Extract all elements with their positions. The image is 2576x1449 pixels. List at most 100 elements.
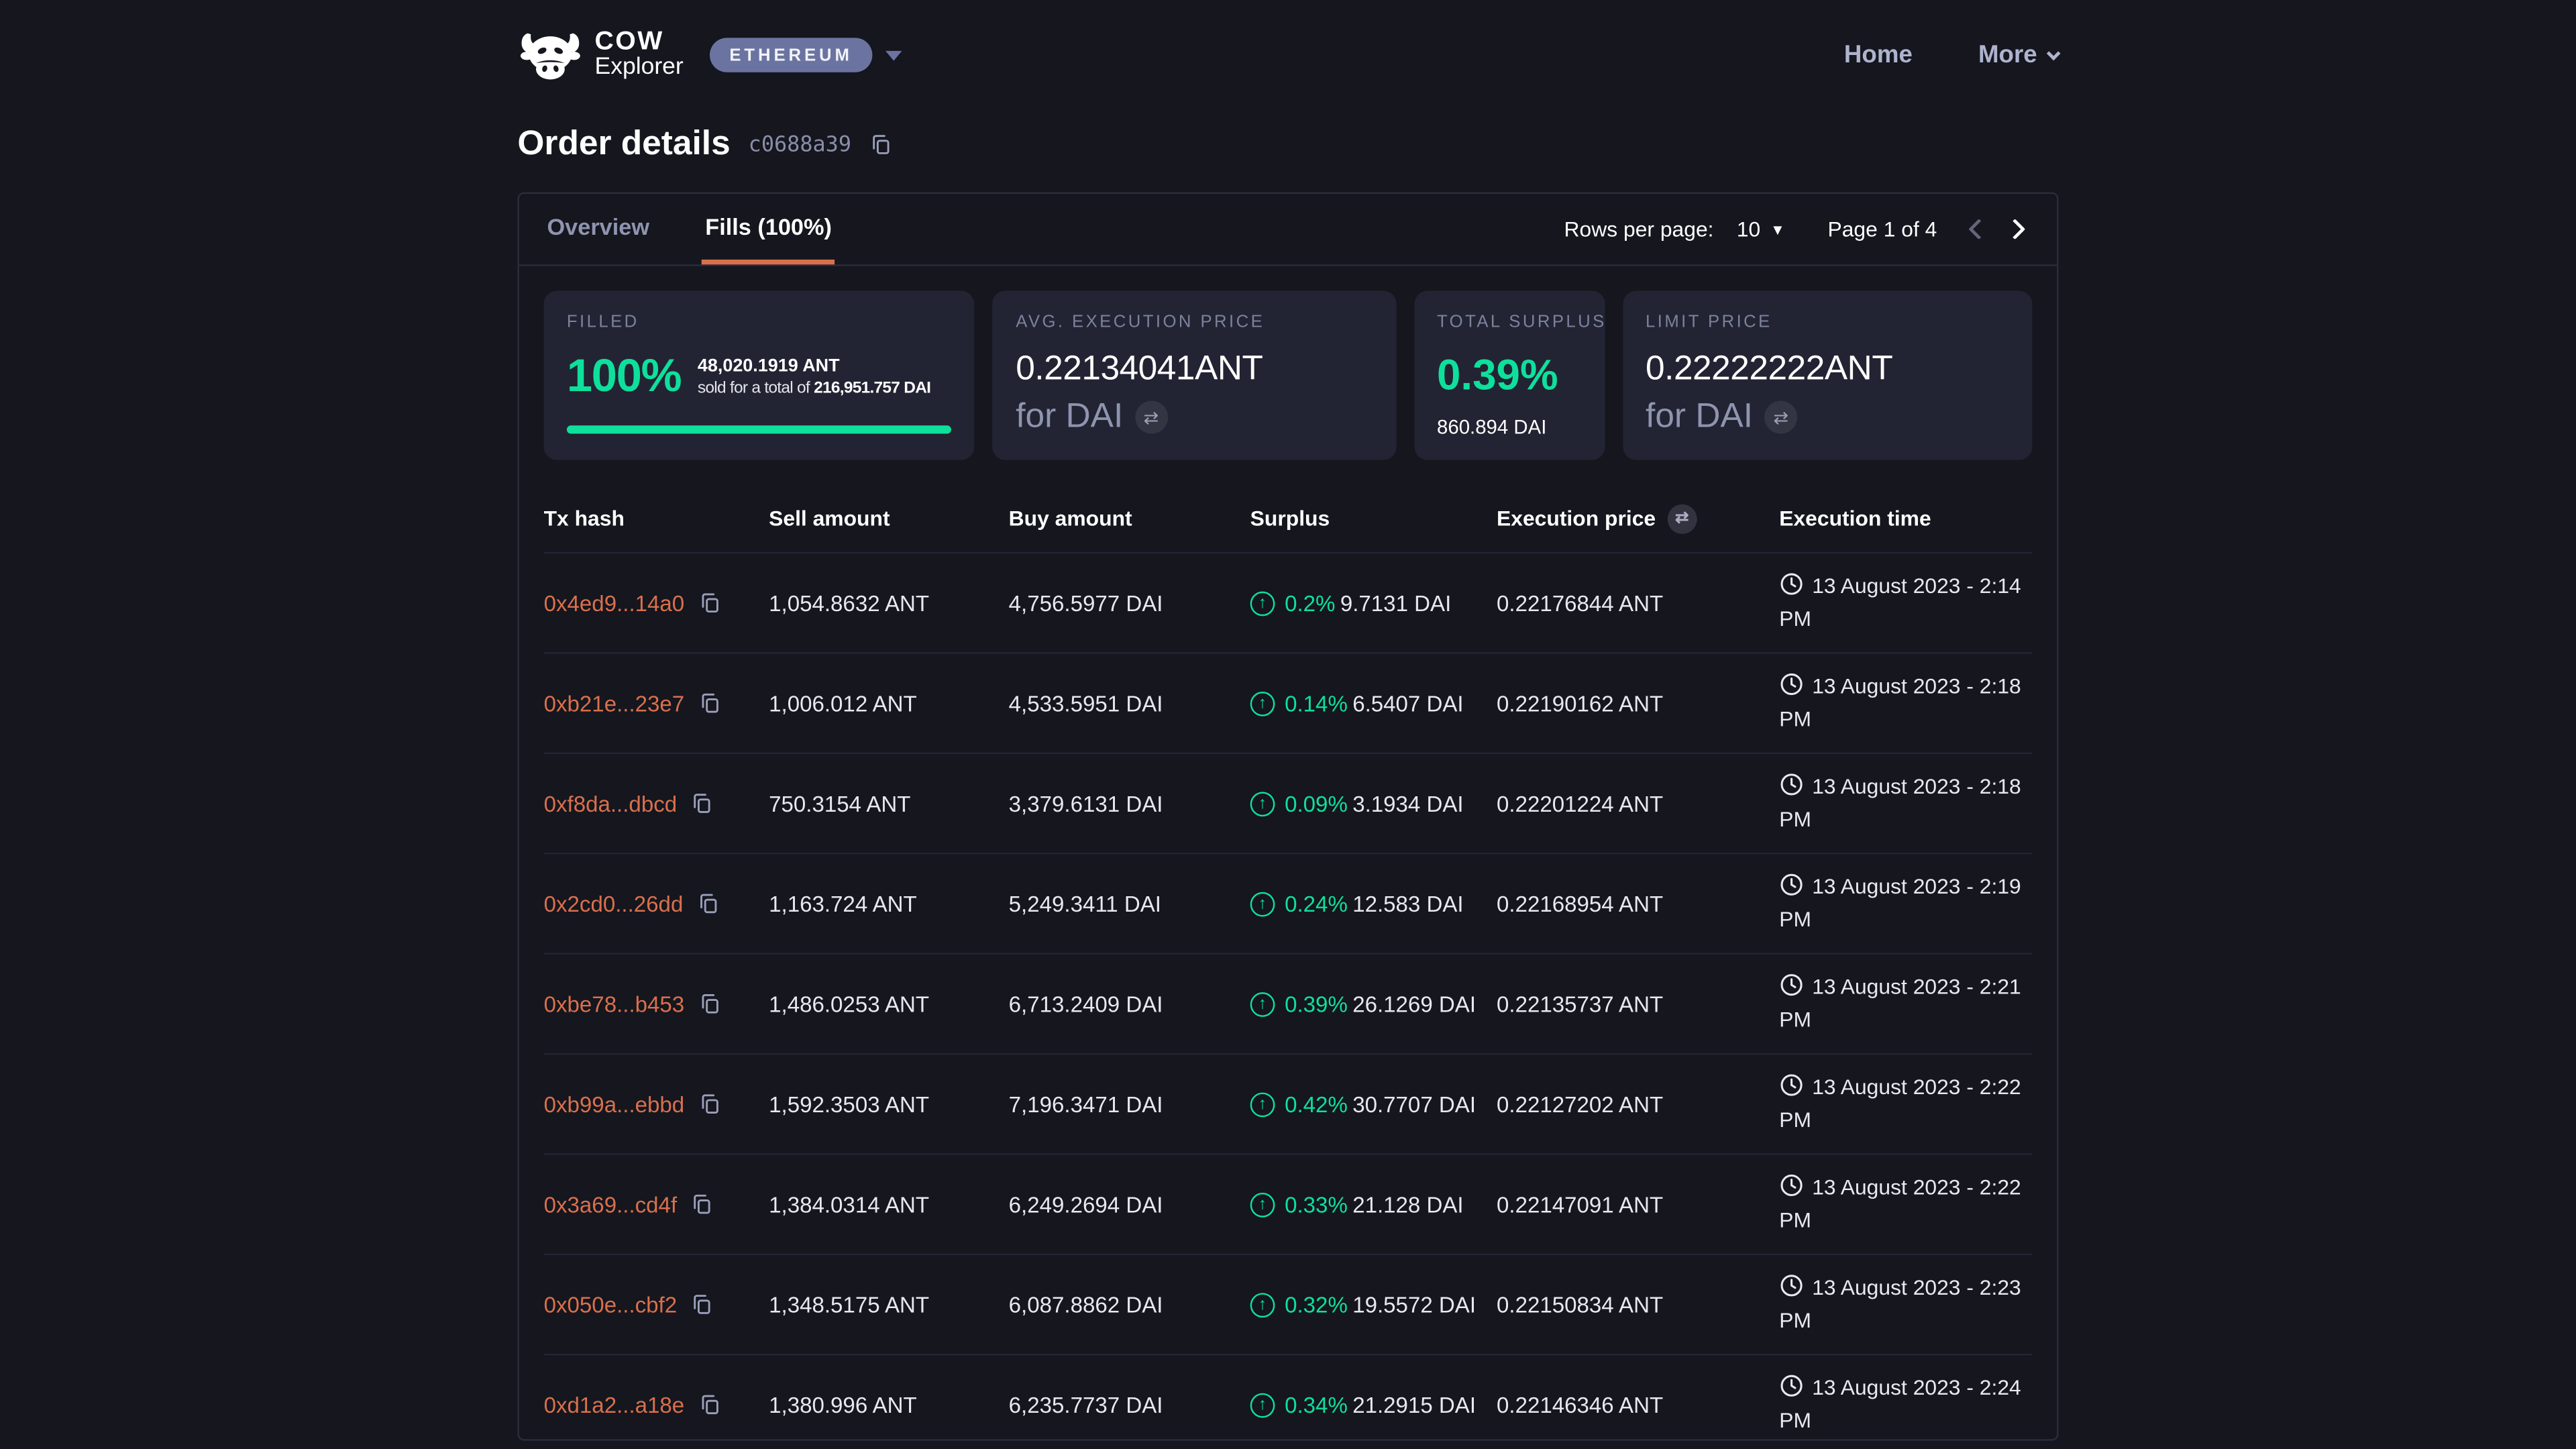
- chevron-left-icon: [1968, 219, 1988, 239]
- avg-price-value: 0.22134041ANT: [1016, 350, 1373, 390]
- tx-hash-link[interactable]: 0xb21e...23e7: [544, 691, 685, 716]
- copy-icon[interactable]: [690, 792, 713, 814]
- avg-price-unit: ANT: [1195, 350, 1263, 388]
- copy-icon[interactable]: [698, 592, 720, 614]
- table-row: 0x4ed9...14a0 1,054.8632 ANT 4,756.5977 …: [544, 553, 2033, 653]
- tx-hash-link[interactable]: 0x3a69...cd4f: [544, 1192, 678, 1217]
- rows-per-page-select[interactable]: 10 ▼: [1737, 217, 1785, 241]
- title-row: Order details c0688a39: [517, 125, 2058, 164]
- tx-hash-link[interactable]: 0x4ed9...14a0: [544, 590, 685, 615]
- execution-price-cell: 0.22176844 ANT: [1497, 590, 1779, 615]
- copy-icon[interactable]: [690, 1293, 713, 1316]
- execution-time-cell: 13 August 2023 - 2:24 PM: [1779, 1372, 2032, 1438]
- nav-home[interactable]: Home: [1844, 41, 1913, 69]
- brand-wordmark: COW Explorer: [595, 30, 684, 80]
- swap-icon[interactable]: ⇄: [1134, 401, 1167, 434]
- rows-per-page-dropdown-icon: ▼: [1770, 221, 1785, 237]
- rows-per-page-value: 10: [1737, 217, 1760, 241]
- total-surplus-percent: 0.39%: [1437, 350, 1582, 401]
- buy-amount-cell: 7,196.3471 DAI: [1009, 1091, 1250, 1116]
- copy-icon[interactable]: [690, 1193, 713, 1216]
- copy-icon[interactable]: [698, 992, 720, 1015]
- header-buy-amount: Buy amount: [1009, 506, 1250, 531]
- clock-icon: [1779, 972, 1804, 997]
- limit-price-number: 0.22222222: [1646, 350, 1825, 388]
- tx-hash-link[interactable]: 0xd1a2...a18e: [544, 1393, 685, 1417]
- fills-table: Tx hash Sell amount Buy amount Surplus E…: [519, 484, 2057, 1449]
- copy-icon[interactable]: [698, 1093, 720, 1116]
- tab-overview[interactable]: Overview: [544, 194, 653, 264]
- tx-hash-link[interactable]: 0xb99a...ebbd: [544, 1091, 685, 1116]
- execution-time: 13 August 2023 - 2:18 PM: [1779, 674, 2021, 731]
- surplus-percent: 0.14%: [1285, 691, 1348, 716]
- brand-subname: Explorer: [595, 56, 684, 80]
- prev-page-button[interactable]: [1960, 211, 1996, 248]
- execution-price-cell: 0.22201224 ANT: [1497, 791, 1779, 816]
- surplus-percent: 0.2%: [1285, 590, 1335, 615]
- execution-time: 13 August 2023 - 2:22 PM: [1779, 1175, 2021, 1232]
- copy-icon[interactable]: [696, 892, 719, 915]
- header-execution-time: Execution time: [1779, 506, 2032, 531]
- clock-icon: [1779, 772, 1804, 797]
- surplus-cell: ↑ 0.14% 6.5407 DAI: [1250, 691, 1497, 716]
- execution-price-cell: 0.22146346 ANT: [1497, 1393, 1779, 1417]
- next-page-button[interactable]: [1996, 211, 2033, 248]
- surplus-cell: ↑ 0.34% 21.2915 DAI: [1250, 1393, 1497, 1417]
- brand-logo[interactable]: COW Explorer: [517, 30, 683, 80]
- copy-icon[interactable]: [869, 133, 892, 156]
- execution-price-cell: 0.22135737 ANT: [1497, 991, 1779, 1016]
- table-row: 0x050e...cbf2 1,348.5175 ANT 6,087.8862 …: [544, 1255, 2033, 1355]
- tx-hash-cell: 0xbe78...b453: [544, 991, 769, 1016]
- avg-price-quote-label: for DAI: [1016, 398, 1123, 437]
- sell-amount-cell: 1,592.3503 ANT: [769, 1091, 1009, 1116]
- copy-icon[interactable]: [698, 1393, 720, 1416]
- tx-hash-cell: 0x050e...cbf2: [544, 1292, 769, 1317]
- execution-time-cell: 13 August 2023 - 2:18 PM: [1779, 670, 2032, 737]
- nav-more-label: More: [1978, 41, 2037, 69]
- sell-amount-cell: 1,486.0253 ANT: [769, 991, 1009, 1016]
- clock-icon: [1779, 572, 1804, 596]
- tx-hash-cell: 0x4ed9...14a0: [544, 590, 769, 615]
- copy-icon[interactable]: [698, 692, 720, 714]
- execution-price-cell: 0.22127202 ANT: [1497, 1091, 1779, 1116]
- order-id: c0688a39: [749, 132, 851, 157]
- tx-hash-link[interactable]: 0xf8da...dbcd: [544, 791, 678, 816]
- surplus-up-icon: ↑: [1250, 1091, 1275, 1116]
- execution-time: 13 August 2023 - 2:24 PM: [1779, 1375, 2021, 1432]
- surplus-percent: 0.42%: [1285, 1091, 1348, 1116]
- surplus-percent: 0.32%: [1285, 1292, 1348, 1317]
- top-bar: COW Explorer ETHEREUM Home More: [517, 0, 2058, 89]
- network-dropdown-icon[interactable]: [885, 50, 902, 60]
- clock-icon: [1779, 672, 1804, 696]
- execution-time: 13 August 2023 - 2:21 PM: [1779, 974, 2021, 1032]
- filled-label: FILLED: [567, 312, 952, 331]
- execution-price-cell: 0.22190162 ANT: [1497, 691, 1779, 716]
- nav-home-label: Home: [1844, 41, 1913, 69]
- swap-icon[interactable]: ⇄: [1764, 401, 1797, 434]
- surplus-amount: 9.7131 DAI: [1340, 590, 1451, 615]
- surplus-amount: 30.7707 DAI: [1352, 1091, 1476, 1116]
- tab-fills[interactable]: Fills (100%): [702, 194, 835, 264]
- execution-time: 13 August 2023 - 2:22 PM: [1779, 1074, 2021, 1132]
- surplus-amount: 12.583 DAI: [1352, 892, 1463, 916]
- tx-hash-link[interactable]: 0xbe78...b453: [544, 991, 685, 1016]
- header-sell-amount: Sell amount: [769, 506, 1009, 531]
- surplus-cell: ↑ 0.42% 30.7707 DAI: [1250, 1091, 1497, 1116]
- filled-sub: sold for a total of 216,951.757 DAI: [698, 378, 930, 396]
- filled-sub-prefix: sold for a total of: [698, 378, 810, 396]
- buy-amount-cell: 6,713.2409 DAI: [1009, 991, 1250, 1016]
- clock-icon: [1779, 1373, 1804, 1398]
- execution-price-cell: 0.22168954 ANT: [1497, 892, 1779, 916]
- network-badge[interactable]: ETHEREUM: [710, 38, 872, 72]
- surplus-up-icon: ↑: [1250, 691, 1275, 716]
- tx-hash-link[interactable]: 0x050e...cbf2: [544, 1292, 678, 1317]
- avg-price-label: AVG. EXECUTION PRICE: [1016, 312, 1373, 331]
- tab-overview-label: Overview: [547, 213, 649, 239]
- surplus-percent: 0.24%: [1285, 892, 1348, 916]
- surplus-cell: ↑ 0.09% 3.1934 DAI: [1250, 791, 1497, 816]
- clock-icon: [1779, 1273, 1804, 1298]
- invert-price-icon[interactable]: ⇄: [1667, 504, 1697, 533]
- tx-hash-link[interactable]: 0x2cd0...26dd: [544, 892, 684, 916]
- nav-more[interactable]: More: [1978, 41, 2059, 69]
- surplus-cell: ↑ 0.33% 21.128 DAI: [1250, 1192, 1497, 1217]
